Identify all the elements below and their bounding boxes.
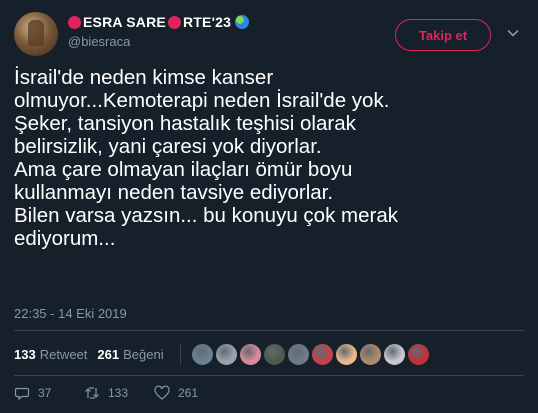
user-info: ESRA SARE RTE'23 @biesraca	[68, 14, 250, 49]
retweet-button[interactable]: 133	[84, 385, 154, 401]
like-label[interactable]: Beğeni	[123, 347, 163, 362]
liker-avatar[interactable]	[262, 342, 286, 366]
like-button[interactable]: 261	[154, 385, 224, 401]
display-name-part2: RTE'23	[182, 14, 232, 30]
globe-emoji-icon	[235, 15, 250, 29]
liker-avatar[interactable]	[358, 342, 382, 366]
like-action-count: 261	[178, 386, 199, 400]
stats-separator	[179, 343, 181, 365]
follow-button[interactable]: Takip et	[395, 19, 491, 51]
liker-avatars	[190, 342, 430, 366]
liker-avatar[interactable]	[406, 342, 430, 366]
reply-count: 37	[38, 386, 52, 400]
heart-icon	[154, 385, 170, 400]
retweet-action-count: 133	[108, 386, 129, 400]
liker-avatar[interactable]	[286, 342, 310, 366]
retweet-label[interactable]: Retweet	[40, 347, 88, 362]
liker-avatar[interactable]	[382, 342, 406, 366]
retweet-icon	[85, 387, 99, 399]
divider	[14, 330, 524, 331]
display-name-part1: ESRA SARE	[83, 14, 166, 30]
display-name[interactable]: ESRA SARE RTE'23	[68, 14, 250, 30]
like-count[interactable]: 261	[97, 347, 119, 362]
chevron-down-icon[interactable]	[506, 26, 520, 40]
tweet-actions: 37 133 261	[14, 385, 224, 401]
avatar[interactable]	[14, 12, 58, 56]
red-circle-emoji-icon	[68, 15, 81, 29]
user-handle[interactable]: @biesraca	[68, 34, 249, 49]
red-circle-emoji-icon	[167, 15, 181, 29]
liker-avatar[interactable]	[238, 342, 262, 366]
liker-avatar[interactable]	[310, 342, 334, 366]
tweet-timestamp[interactable]: 22:35 - 14 Eki 2019	[14, 306, 127, 321]
tweet-text: İsrail'de neden kimse kanser olmuyor...K…	[14, 66, 398, 250]
divider	[14, 375, 524, 376]
liker-avatar[interactable]	[214, 342, 238, 366]
reply-icon	[14, 387, 30, 401]
engagement-stats: 133 Retweet 261 Beğeni	[14, 338, 430, 370]
retweet-count[interactable]: 133	[14, 347, 36, 362]
liker-avatar[interactable]	[190, 342, 214, 366]
tweet-header: ESRA SARE RTE'23 @biesraca Takip et	[14, 12, 524, 60]
reply-button[interactable]: 37	[14, 385, 84, 401]
liker-avatar[interactable]	[334, 342, 358, 366]
